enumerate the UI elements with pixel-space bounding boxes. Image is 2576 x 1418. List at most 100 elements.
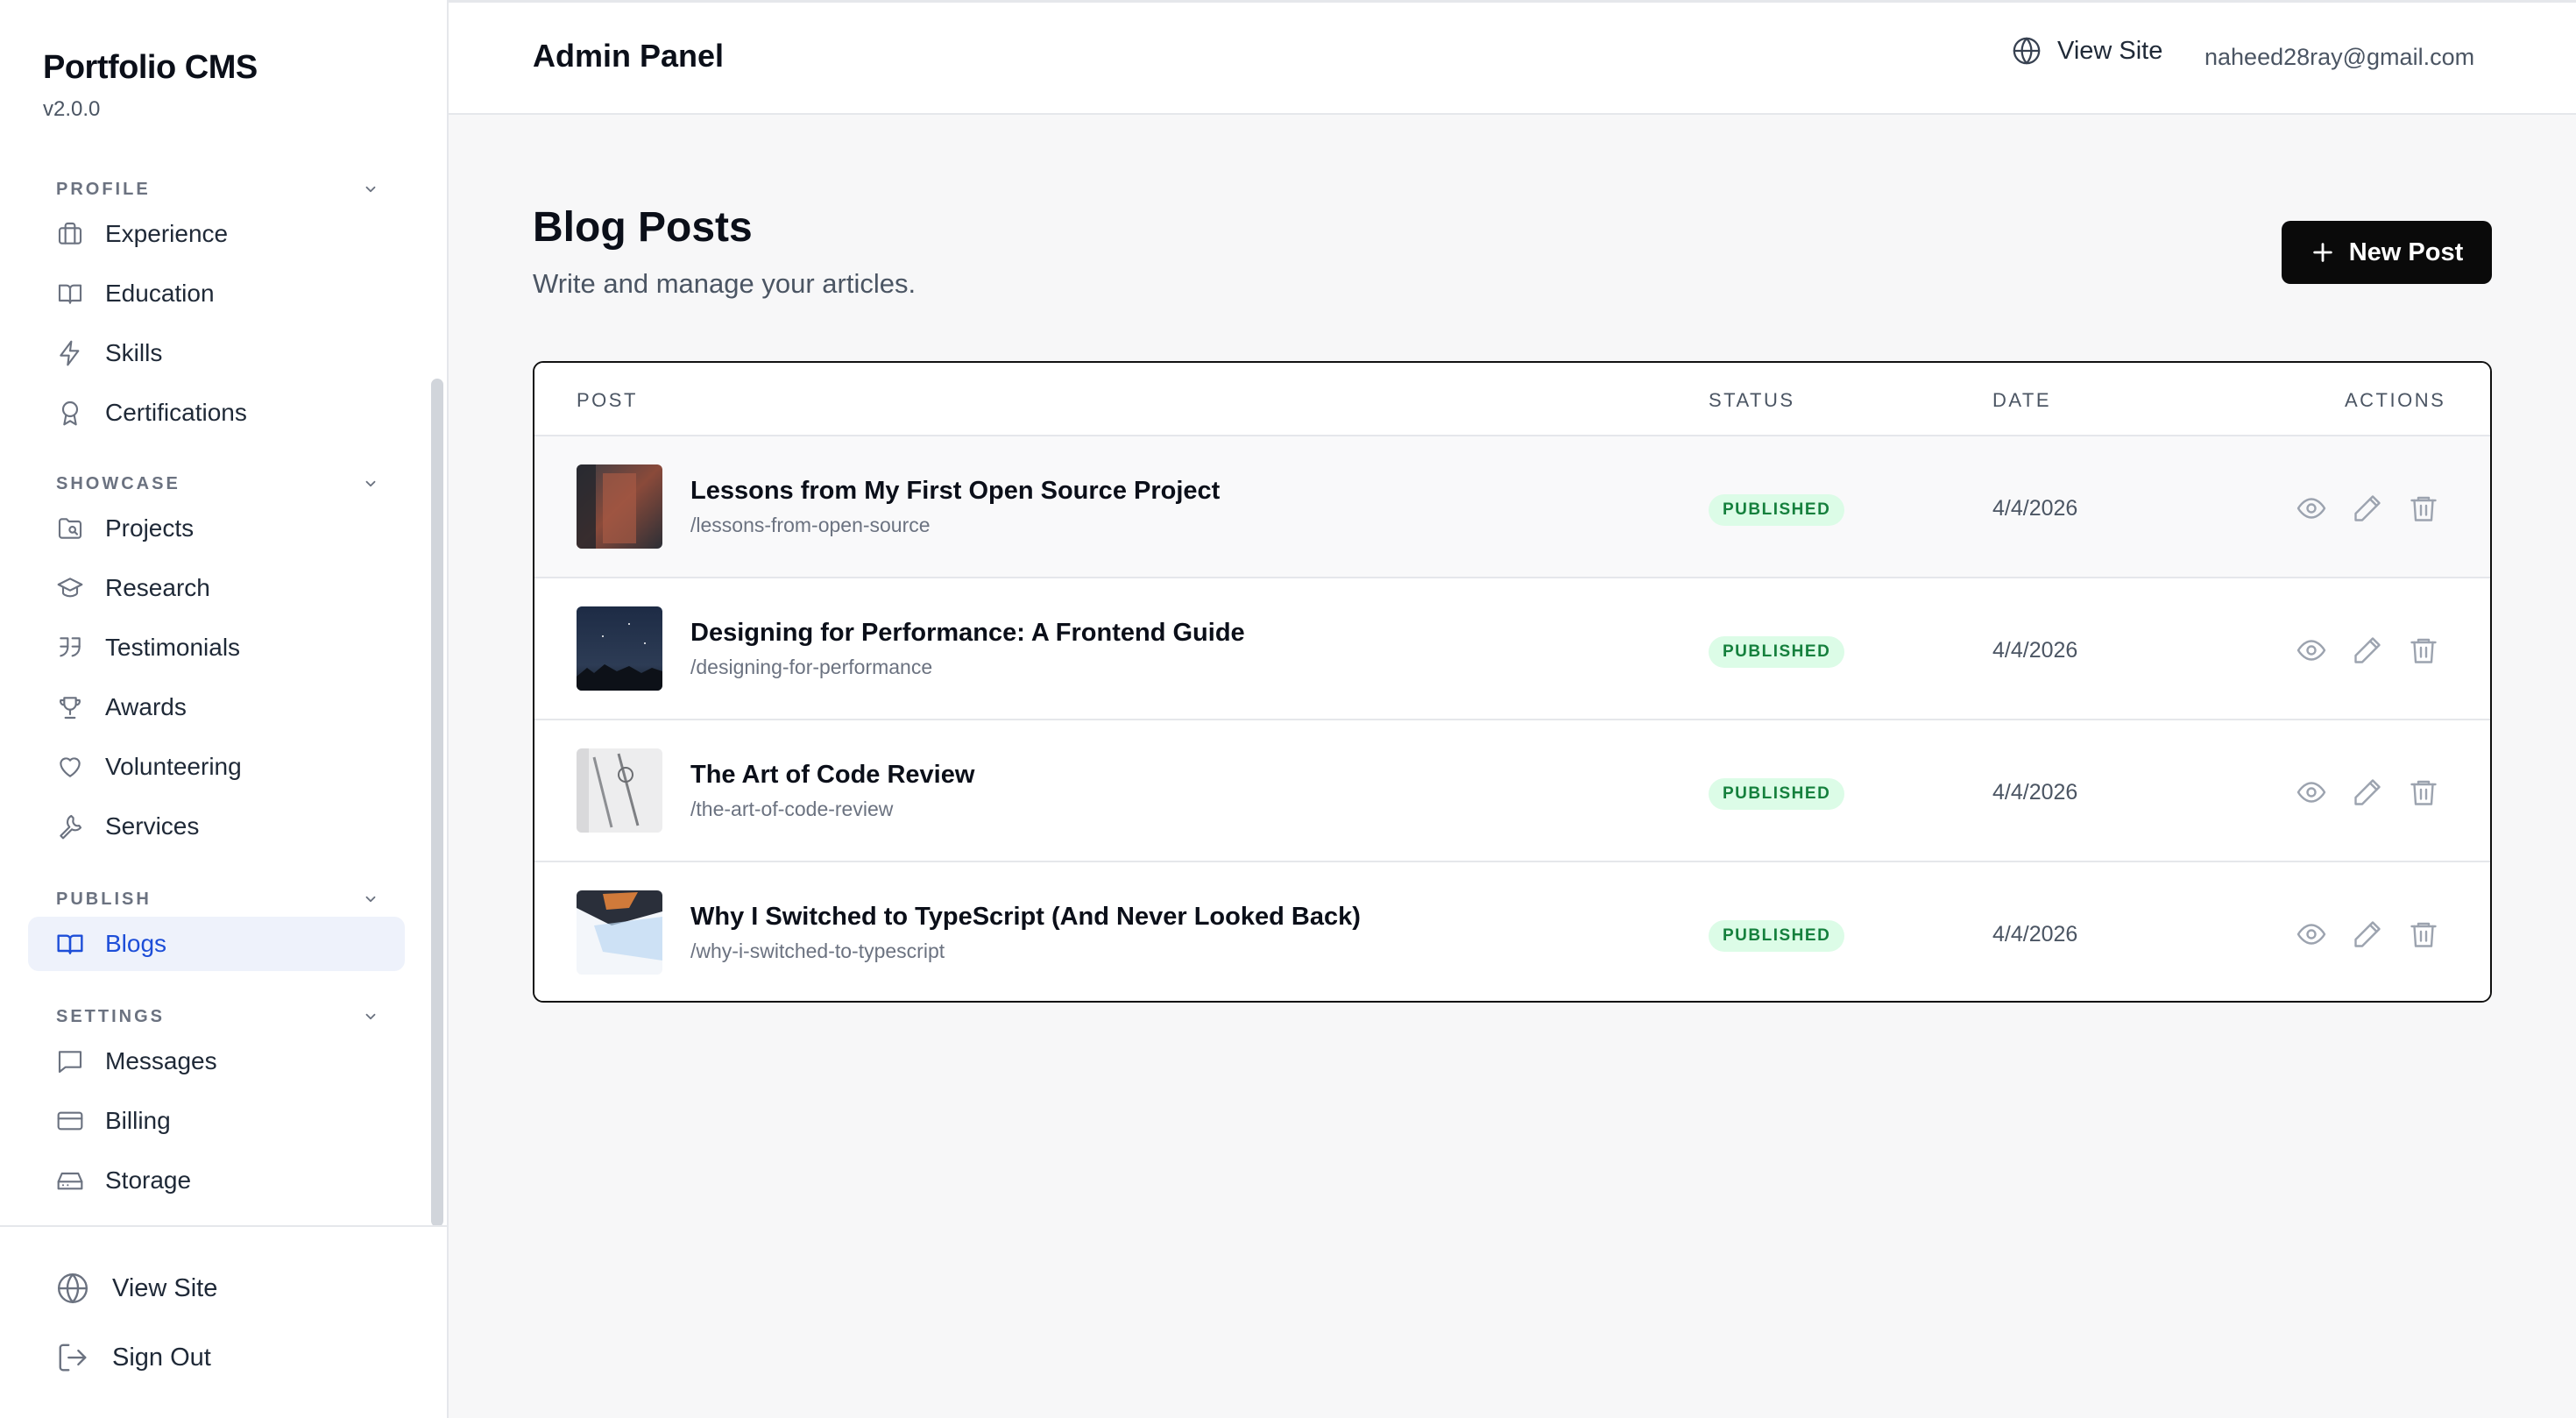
sidebar-item-label: Blogs: [105, 930, 167, 957]
sidebar-item-awards[interactable]: Awards: [28, 680, 405, 734]
post-thumbnail: [577, 748, 662, 833]
post-slug: /the-art-of-code-review: [690, 798, 894, 820]
quote-icon: [56, 634, 84, 662]
sidebar-item-label: Services: [105, 812, 200, 840]
new-post-button[interactable]: New Post: [2282, 221, 2492, 284]
post-thumbnail: [577, 890, 662, 975]
status-badge: PUBLISHED: [1709, 494, 1845, 526]
trash-icon[interactable]: [2408, 776, 2439, 808]
page-title: Blog Posts: [533, 204, 753, 251]
sidebar-item-label: Testimonials: [105, 634, 241, 661]
header-view-site-label: View Site: [2057, 36, 2163, 65]
section-label: PUBLISH: [56, 889, 152, 909]
chevron-down-icon: [365, 1013, 376, 1020]
sidebar-item-education[interactable]: Education: [28, 266, 405, 321]
hard-drive-icon: [56, 1166, 84, 1195]
sidebar-item-label: Messages: [105, 1047, 217, 1074]
brand-title: Portfolio CMS: [43, 49, 258, 86]
table-row[interactable]: Designing for Performance: A Frontend Gu…: [534, 578, 2490, 720]
sidebar-item-skills[interactable]: Skills: [28, 326, 405, 380]
sign-out-button[interactable]: Sign Out: [56, 1336, 211, 1379]
section-header-publish[interactable]: PUBLISH: [28, 882, 405, 917]
table-row[interactable]: The Art of Code Review /the-art-of-code-…: [534, 720, 2490, 862]
folder-search-icon: [56, 514, 84, 542]
sidebar-item-storage[interactable]: Storage: [28, 1153, 405, 1208]
section-header-profile[interactable]: PROFILE: [28, 172, 405, 207]
post-title[interactable]: The Art of Code Review: [690, 761, 974, 790]
lightning-icon: [56, 339, 84, 367]
log-out-icon: [56, 1341, 89, 1374]
sidebar-item-label: Research: [105, 574, 210, 601]
section-header-showcase[interactable]: SHOWCASE: [28, 466, 405, 501]
table-row[interactable]: Lessons from My First Open Source Projec…: [534, 436, 2490, 578]
section-label: PROFILE: [56, 179, 151, 199]
blog-posts-table: POST STATUS DATE ACTIONS Lessons from My…: [533, 361, 2492, 1003]
globe-icon: [2012, 36, 2042, 66]
pencil-icon[interactable]: [2352, 635, 2383, 666]
trophy-icon: [56, 693, 84, 721]
trash-icon[interactable]: [2408, 918, 2439, 950]
top-header: Admin Panel View Site naheed28ray@gmail.…: [449, 3, 2576, 115]
sidebar-item-research[interactable]: Research: [28, 561, 405, 615]
brand-version: v2.0.0: [43, 97, 101, 121]
sidebar-item-projects[interactable]: Projects: [28, 501, 405, 556]
pencil-icon[interactable]: [2352, 776, 2383, 808]
section-settings: SETTINGS Messages Billing Storage: [28, 999, 405, 1213]
book-open-icon: [56, 280, 84, 308]
trash-icon[interactable]: [2408, 493, 2439, 524]
sidebar-item-label: Certifications: [105, 399, 247, 426]
sidebar-view-site-link[interactable]: View Site: [56, 1266, 217, 1310]
page-subtitle: Write and manage your articles.: [533, 268, 916, 299]
post-thumbnail: [577, 606, 662, 691]
column-header-status: STATUS: [1709, 389, 1795, 411]
view-icon[interactable]: [2296, 918, 2327, 950]
section-label: SETTINGS: [56, 1006, 166, 1026]
view-icon[interactable]: [2296, 635, 2327, 666]
section-publish: PUBLISH Blogs: [28, 882, 405, 976]
sidebar-item-services[interactable]: Services: [28, 799, 405, 854]
new-post-label: New Post: [2348, 238, 2464, 266]
message-square-icon: [56, 1047, 84, 1075]
header-view-site-link[interactable]: View Site: [2012, 36, 2162, 66]
column-header-date: DATE: [1992, 389, 2052, 411]
pencil-icon[interactable]: [2352, 493, 2383, 524]
trash-icon[interactable]: [2408, 635, 2439, 666]
sidebar-item-billing[interactable]: Billing: [28, 1094, 405, 1148]
post-slug: /why-i-switched-to-typescript: [690, 939, 945, 962]
post-slug: /designing-for-performance: [690, 656, 933, 678]
view-icon[interactable]: [2296, 493, 2327, 524]
pencil-icon[interactable]: [2352, 918, 2383, 950]
post-slug: /lessons-from-open-source: [690, 514, 931, 536]
sidebar-item-messages[interactable]: Messages: [28, 1034, 405, 1088]
chevron-down-icon: [365, 186, 376, 193]
sidebar-item-label: Awards: [105, 693, 187, 720]
sidebar-item-volunteering[interactable]: Volunteering: [28, 740, 405, 794]
view-icon[interactable]: [2296, 776, 2327, 808]
post-date: 4/4/2026: [1992, 638, 2078, 663]
sidebar-item-blogs[interactable]: Blogs: [28, 917, 405, 971]
user-email: naheed28ray@gmail.com: [2204, 44, 2475, 70]
table-header: POST STATUS DATE ACTIONS: [534, 363, 2490, 436]
column-header-actions: ACTIONS: [2345, 389, 2446, 411]
view-site-label: View Site: [112, 1273, 218, 1302]
sidebar-item-testimonials[interactable]: Testimonials: [28, 620, 405, 675]
sidebar-item-experience[interactable]: Experience: [28, 207, 405, 261]
status-badge: PUBLISHED: [1709, 778, 1845, 810]
post-date: 4/4/2026: [1992, 922, 2078, 947]
sidebar-item-label: Volunteering: [105, 753, 242, 780]
sidebar-item-certifications[interactable]: Certifications: [28, 386, 405, 440]
sidebar-scrollbar[interactable]: [431, 379, 443, 1227]
table-row[interactable]: Why I Switched to TypeScript (And Never …: [534, 862, 2490, 1001]
brand: Portfolio CMS v2.0.0: [43, 49, 258, 122]
sidebar: Portfolio CMS v2.0.0 PROFILE Experience …: [0, 0, 449, 1418]
post-date: 4/4/2026: [1992, 496, 2078, 521]
globe-icon: [56, 1272, 89, 1305]
post-title[interactable]: Designing for Performance: A Frontend Gu…: [690, 619, 1245, 648]
section-profile: PROFILE Experience Education Skills Cert…: [28, 172, 405, 445]
post-title[interactable]: Lessons from My First Open Source Projec…: [690, 477, 1220, 506]
credit-card-icon: [56, 1107, 84, 1135]
sidebar-item-label: Experience: [105, 220, 229, 247]
post-title[interactable]: Why I Switched to TypeScript (And Never …: [690, 903, 1361, 932]
section-header-settings[interactable]: SETTINGS: [28, 999, 405, 1034]
chevron-down-icon: [365, 480, 376, 487]
